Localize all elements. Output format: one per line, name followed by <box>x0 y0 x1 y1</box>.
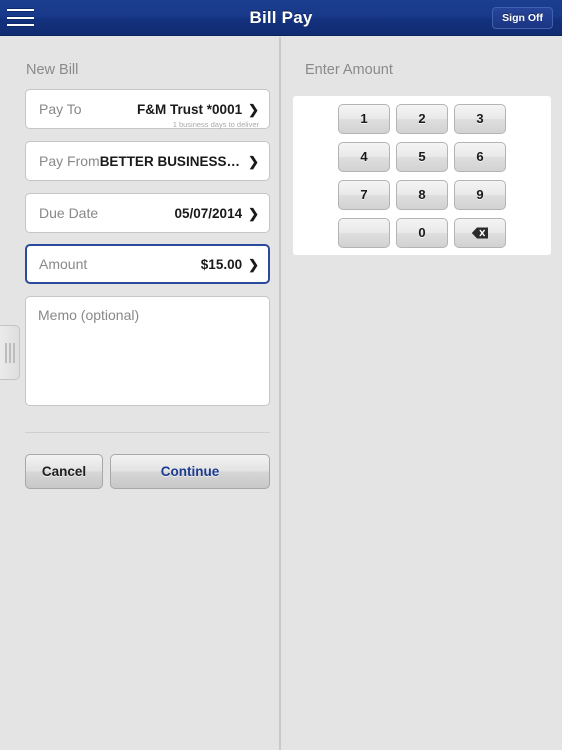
key-backspace[interactable] <box>454 217 506 248</box>
key-2[interactable]: 2 <box>396 103 448 134</box>
key-3[interactable]: 3 <box>454 103 506 134</box>
key-3-label: 3 <box>476 111 484 126</box>
new-bill-heading: New Bill <box>26 62 79 78</box>
key-7-label: 7 <box>360 187 368 202</box>
form-divider <box>25 432 270 433</box>
key-0-label: 0 <box>418 225 426 240</box>
key-8-label: 8 <box>418 187 426 202</box>
page-title: Bill Pay <box>249 7 313 27</box>
cancel-button[interactable]: Cancel <box>25 454 103 489</box>
enter-amount-heading: Enter Amount <box>305 62 393 78</box>
panel-drag-handle[interactable] <box>0 325 20 380</box>
memo-input[interactable] <box>25 296 270 406</box>
field-label-pay-from: Pay From <box>39 153 100 169</box>
new-bill-form: Pay To F&M Trust *0001 ❯ 1 business days… <box>25 89 270 489</box>
hamburger-bar <box>7 15 34 20</box>
bill-pay-app: Bill Pay Sign Off New Bill Pay To F&M Tr… <box>0 0 562 750</box>
key-blank <box>338 217 390 248</box>
content-area: New Bill Pay To F&M Trust *0001 ❯ 1 busi… <box>0 37 562 750</box>
form-actions: Cancel Continue <box>25 454 270 489</box>
right-keypad-pane: Enter Amount 1 2 3 4 5 6 7 8 9 0 <box>283 37 562 750</box>
field-value-pay-to: F&M Trust *0001 <box>137 101 243 117</box>
hamburger-menu-icon[interactable] <box>7 7 34 28</box>
field-row-pay-from[interactable]: Pay From BETTER BUSINESS CHECKI... ❯ <box>25 141 270 181</box>
key-0[interactable]: 0 <box>396 217 448 248</box>
field-row-amount[interactable]: Amount $15.00 ❯ <box>25 244 270 284</box>
field-value-pay-from: BETTER BUSINESS CHECKI... <box>99 153 242 169</box>
chevron-right-icon: ❯ <box>248 153 259 169</box>
field-value-due-date: 05/07/2014 <box>174 205 243 221</box>
numeric-keypad-panel: 1 2 3 4 5 6 7 8 9 0 <box>293 96 551 255</box>
field-label-pay-to: Pay To <box>39 101 82 117</box>
grip-line <box>8 342 11 363</box>
key-4[interactable]: 4 <box>338 141 390 172</box>
chevron-right-icon: ❯ <box>248 256 259 272</box>
backspace-icon <box>471 227 489 239</box>
key-1[interactable]: 1 <box>338 103 390 134</box>
key-5-label: 5 <box>418 149 426 164</box>
key-6[interactable]: 6 <box>454 141 506 172</box>
continue-button[interactable]: Continue <box>110 454 270 489</box>
field-value-amount: $15.00 <box>200 256 243 272</box>
hamburger-bar <box>7 8 34 12</box>
field-label-amount: Amount <box>39 256 88 272</box>
field-row-due-date[interactable]: Due Date 05/07/2014 ❯ <box>25 193 270 233</box>
cancel-button-label: Cancel <box>41 464 87 479</box>
sign-off-button[interactable]: Sign Off <box>492 7 553 29</box>
grip-line <box>4 342 7 363</box>
grip-line <box>12 342 15 363</box>
chevron-right-icon: ❯ <box>248 205 259 221</box>
key-7[interactable]: 7 <box>338 179 390 210</box>
numeric-keypad-grid: 1 2 3 4 5 6 7 8 9 0 <box>304 103 540 248</box>
key-9[interactable]: 9 <box>454 179 506 210</box>
continue-button-label: Continue <box>160 464 220 479</box>
key-2-label: 2 <box>418 111 426 126</box>
key-1-label: 1 <box>360 111 368 126</box>
left-form-pane: New Bill Pay To F&M Trust *0001 ❯ 1 busi… <box>0 37 281 750</box>
key-4-label: 4 <box>360 149 368 164</box>
field-row-pay-to[interactable]: Pay To F&M Trust *0001 ❯ 1 business days… <box>25 89 270 129</box>
key-8[interactable]: 8 <box>396 179 448 210</box>
chevron-right-icon: ❯ <box>248 101 259 117</box>
field-label-due-date: Due Date <box>39 205 99 221</box>
key-5[interactable]: 5 <box>396 141 448 172</box>
hamburger-bar <box>7 23 34 27</box>
sign-off-label: Sign Off <box>502 12 543 24</box>
key-6-label: 6 <box>476 149 484 164</box>
delivery-note: 1 business days to deliver <box>172 120 259 129</box>
key-9-label: 9 <box>476 187 484 202</box>
top-navigation-bar: Bill Pay Sign Off <box>0 0 562 36</box>
